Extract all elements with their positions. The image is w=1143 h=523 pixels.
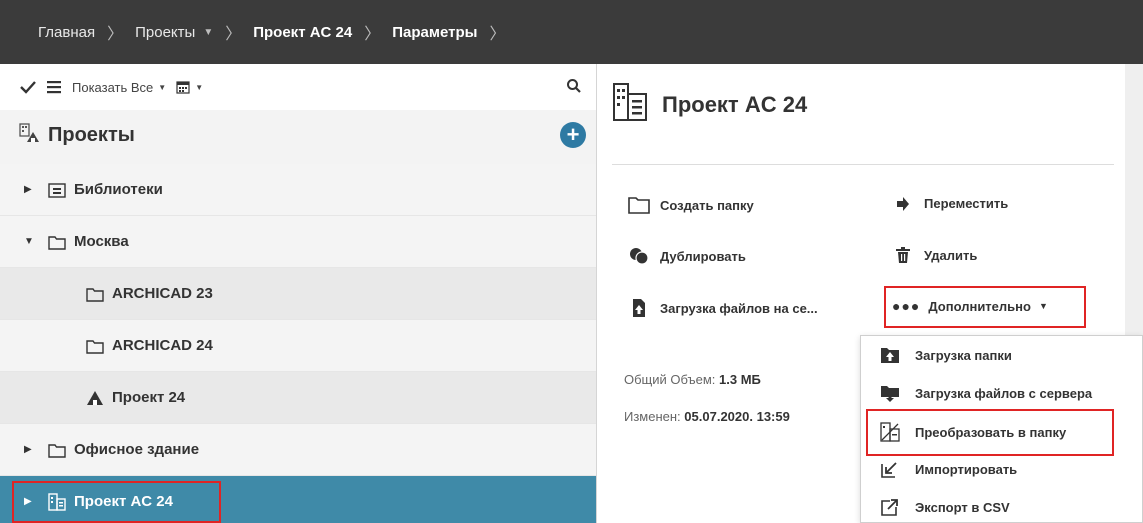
delete-button[interactable]: Удалить (892, 247, 977, 263)
calendar-icon (176, 81, 190, 94)
tree-item-archicad-24[interactable]: ARCHICAD 24 (0, 320, 596, 372)
library-folder-icon (48, 182, 66, 198)
breadcrumb-projects[interactable]: Проекты ▼ (135, 24, 213, 41)
folder-upload-icon (879, 346, 901, 364)
create-folder-label: Создать папку (660, 197, 754, 213)
menu-item-label: Загрузка файлов с сервера (915, 385, 1093, 401)
project-title: Проект AC 24 (662, 91, 808, 117)
caret-down-icon: ▼ (158, 82, 167, 92)
search-icon[interactable] (566, 78, 582, 99)
upload-files-label: Загрузка файлов на се... (660, 300, 818, 316)
arrow-right-icon (892, 196, 914, 211)
checkmark-icon[interactable] (20, 80, 36, 94)
tree-item-label: Библиотеки (74, 181, 163, 198)
project-house-icon (86, 390, 104, 406)
tree-item-libraries[interactable]: ▶ Библиотеки (0, 164, 596, 216)
menu-item-import[interactable]: Импортировать (879, 460, 1017, 478)
tree-item-label: Офисное здание (74, 441, 200, 458)
tree-toolbar: Показать Все ▼ ▼ (0, 64, 596, 110)
add-project-button[interactable]: + (560, 122, 586, 148)
folder-icon (48, 442, 66, 458)
export-csv-icon (879, 498, 901, 516)
total-size-info: Общий Объем: 1.3 МБ (624, 372, 761, 387)
caret-down-icon: ▼ (195, 82, 204, 92)
tree-item-office-building[interactable]: ▶ Офисное здание (0, 424, 596, 476)
list-icon[interactable] (46, 80, 62, 94)
tree-item-archicad-23[interactable]: ARCHICAD 23 (0, 268, 596, 320)
modified-info: Изменен: 05.07.2020. 13:59 (624, 409, 790, 424)
project-tree-panel: Показать Все ▼ ▼ Проекты + ▶ Библиотеки … (0, 64, 597, 523)
move-button[interactable]: Переместить (892, 196, 1008, 211)
chevron-right-icon: 〉 (364, 26, 381, 43)
menu-item-export-csv[interactable]: Экспорт в CSV (879, 498, 1010, 516)
menu-item-label: Импортировать (915, 461, 1018, 477)
breadcrumb: Главная 〉 Проекты ▼ 〉 Проект AC 24 〉 Пар… (0, 0, 1143, 64)
duplicate-button[interactable]: Дублировать (628, 247, 746, 265)
show-all-label: Показать Все (72, 79, 154, 95)
breadcrumb-home[interactable]: Главная (38, 24, 95, 41)
calendar-dropdown[interactable]: ▼ (176, 80, 203, 94)
tree-item-label: ARCHICAD 24 (112, 337, 213, 354)
chevron-right-icon: 〉 (489, 26, 506, 43)
show-all-dropdown[interactable]: Показать Все ▼ (72, 80, 166, 95)
projects-title: Проекты (48, 123, 135, 146)
upload-files-button[interactable]: Загрузка файлов на се... (628, 298, 818, 318)
building-icon (612, 82, 648, 127)
modified-value: 05.07.2020. 13:59 (684, 409, 790, 424)
chevron-right-icon: 〉 (225, 26, 242, 43)
projects-header: Проекты + (0, 110, 596, 160)
delete-label: Удалить (924, 247, 978, 263)
tree-item-moscow[interactable]: ▼ Москва (0, 216, 596, 268)
divider (612, 164, 1114, 165)
chevron-right-icon: 〉 (107, 26, 124, 43)
duplicate-icon (628, 247, 650, 265)
folder-icon (86, 338, 104, 354)
highlight-outline (884, 286, 1086, 328)
folder-icon (86, 286, 104, 302)
tree-item-label: ARCHICAD 23 (112, 285, 213, 302)
highlight-outline (866, 409, 1114, 456)
menu-item-label: Загрузка папки (915, 347, 1012, 363)
expand-arrow-icon[interactable]: ▶ (24, 184, 38, 195)
create-folder-button[interactable]: Создать папку (628, 196, 754, 214)
import-icon (879, 460, 901, 478)
projects-icon (18, 122, 42, 149)
caret-down-icon[interactable]: ▼ (203, 27, 213, 38)
duplicate-label: Дублировать (660, 248, 746, 264)
project-header: Проект AC 24 (612, 82, 807, 127)
expand-arrow-icon[interactable]: ▶ (24, 444, 38, 455)
breadcrumb-projects-label: Проекты (135, 23, 196, 41)
highlight-outline (12, 481, 221, 523)
menu-item-label: Экспорт в CSV (915, 499, 1010, 515)
breadcrumb-settings[interactable]: Параметры (392, 24, 477, 41)
tree-item-label: Проект 24 (112, 389, 186, 406)
total-size-label: Общий Объем: (624, 372, 716, 387)
menu-item-upload-folder[interactable]: Загрузка папки (879, 346, 1012, 364)
breadcrumb-project[interactable]: Проект AC 24 (253, 24, 352, 41)
folder-icon (48, 234, 66, 250)
move-label: Переместить (924, 196, 1009, 211)
total-size-value: 1.3 МБ (719, 372, 761, 387)
file-upload-icon (628, 298, 650, 318)
tree-item-label: Москва (74, 233, 129, 250)
tree-item-project-ac-24[interactable]: ▶ Проект AC 24 (0, 476, 596, 523)
project-tree: ▶ Библиотеки ▼ Москва ARCHICAD 23 ARCHIC… (0, 164, 596, 523)
file-download-icon (879, 384, 901, 402)
trash-icon (892, 247, 914, 263)
modified-label: Изменен: (624, 409, 681, 424)
menu-item-download-files[interactable]: Загрузка файлов с сервера (879, 384, 1092, 402)
collapse-arrow-icon[interactable]: ▼ (24, 236, 38, 247)
folder-icon (628, 196, 650, 214)
tree-item-project-24[interactable]: Проект 24 (0, 372, 596, 424)
